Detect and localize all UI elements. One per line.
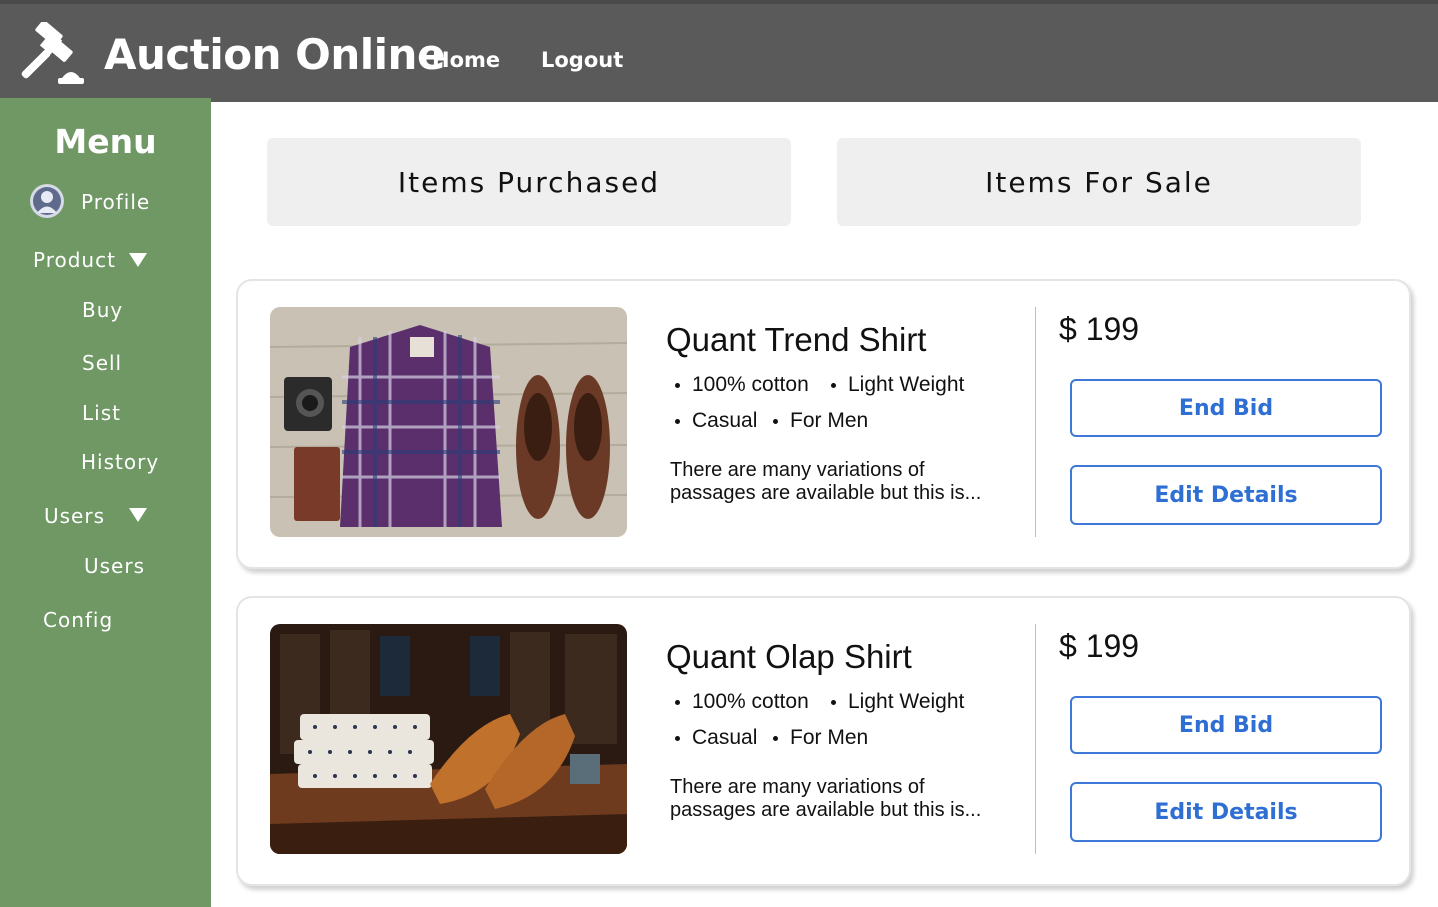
product-description: There are many variations of passages ar…	[670, 459, 982, 504]
product-name: Quant Olap Shirt	[666, 638, 912, 675]
bullet-icon	[675, 383, 680, 388]
sidebar: Menu Profile Product Buy Sell List Histo…	[0, 98, 211, 907]
product-feature: Casual	[692, 409, 758, 432]
nav-logout-link[interactable]: Logout	[541, 48, 623, 72]
bullet-icon	[675, 419, 680, 424]
product-feature: Casual	[692, 726, 758, 749]
sidebar-item-buy[interactable]: Buy	[82, 298, 123, 322]
bullet-icon	[675, 700, 680, 705]
avatar-icon[interactable]	[30, 184, 64, 218]
sidebar-item-profile[interactable]: Profile	[81, 190, 150, 214]
end-bid-button[interactable]: End Bid	[1070, 696, 1382, 754]
product-card: Quant Trend Shirt 100% cotton Light Weig…	[236, 279, 1411, 569]
product-card: Quant Olap Shirt 100% cotton Light Weigh…	[236, 596, 1411, 886]
product-feature: For Men	[790, 409, 869, 432]
edit-details-button[interactable]: Edit Details	[1070, 465, 1382, 525]
bullet-icon	[773, 419, 778, 424]
top-header: Auction Online Home Logout	[0, 0, 1438, 102]
divider	[1035, 624, 1036, 854]
product-feature: 100% cotton	[692, 373, 809, 396]
bullet-icon	[831, 383, 836, 388]
bullet-icon	[675, 736, 680, 741]
chevron-down-icon[interactable]	[129, 253, 147, 267]
product-image	[270, 307, 627, 537]
sidebar-item-users[interactable]: Users	[44, 504, 105, 528]
product-feature: 100% cotton	[692, 690, 809, 713]
edit-details-button[interactable]: Edit Details	[1070, 782, 1382, 842]
app-title: Auction Online	[104, 30, 445, 79]
product-name: Quant Trend Shirt	[666, 321, 927, 358]
product-price: $ 199	[1059, 311, 1140, 347]
bullet-icon	[773, 736, 778, 741]
product-feature: Light Weight	[848, 373, 965, 396]
product-description: There are many variations of passages ar…	[670, 776, 982, 821]
tab-items-for-sale[interactable]: Items For Sale	[837, 138, 1361, 226]
product-image	[270, 624, 627, 854]
product-feature: Light Weight	[848, 690, 965, 713]
end-bid-button[interactable]: End Bid	[1070, 379, 1382, 437]
sidebar-item-product[interactable]: Product	[33, 248, 116, 272]
sidebar-item-list[interactable]: List	[82, 401, 121, 425]
menu-title: Menu	[54, 122, 157, 161]
product-price: $ 199	[1059, 628, 1140, 664]
bullet-icon	[831, 700, 836, 705]
sidebar-item-history[interactable]: History	[81, 450, 159, 474]
gavel-icon	[21, 22, 84, 84]
sidebar-item-config[interactable]: Config	[43, 608, 113, 632]
nav-home-link[interactable]: Home	[432, 48, 500, 72]
sidebar-item-sell[interactable]: Sell	[82, 351, 122, 375]
tab-items-purchased[interactable]: Items Purchased	[267, 138, 791, 226]
divider	[1035, 307, 1036, 537]
product-feature: For Men	[790, 726, 869, 749]
chevron-down-icon[interactable]	[129, 508, 147, 522]
sidebar-item-users-list[interactable]: Users	[84, 554, 145, 578]
